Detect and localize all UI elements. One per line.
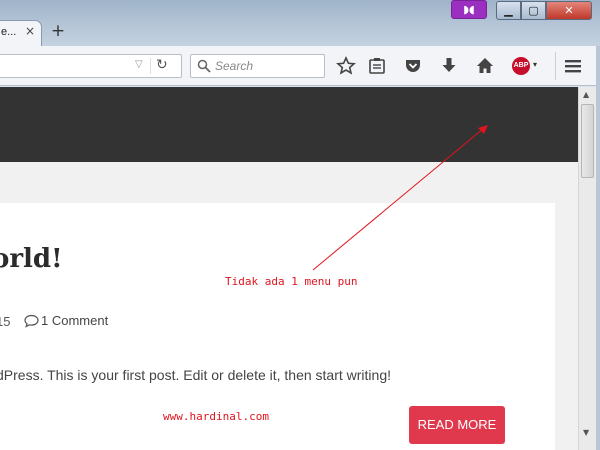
bookmark-star-icon[interactable]	[336, 56, 356, 76]
search-input[interactable]: Search	[190, 54, 325, 78]
window-titlebar: e... × + ◗◖ ▁ ▢ ✕	[0, 0, 600, 46]
toolbar-separator	[555, 52, 556, 80]
abp-icon[interactable]: ABP	[512, 57, 530, 75]
maximize-button[interactable]: ▢	[521, 1, 546, 20]
window-frame-right	[596, 46, 600, 450]
page-viewport: orld! 15 1 Comment dPress. This is your …	[0, 87, 578, 450]
tab-title: e...	[1, 26, 17, 38]
pocket-icon[interactable]	[403, 56, 423, 76]
post-title[interactable]: orld!	[0, 244, 63, 274]
private-browsing-mask-icon: ◗◖	[451, 0, 487, 19]
menu-icon[interactable]	[563, 56, 583, 76]
navigation-toolbar: ▽ ↻ Search ABP ▾	[0, 46, 600, 86]
annotation-note: Tidak ada 1 menu pun	[225, 275, 358, 288]
reading-list-icon[interactable]	[367, 56, 387, 76]
search-icon	[197, 59, 211, 73]
reload-icon[interactable]: ↻	[156, 57, 168, 73]
new-tab-button[interactable]: +	[50, 23, 66, 40]
post-excerpt: dPress. This is your first post. Edit or…	[0, 367, 392, 383]
downloads-icon[interactable]	[439, 56, 459, 76]
site-header	[0, 87, 578, 162]
close-window-button[interactable]: ✕	[546, 1, 592, 20]
comments-link[interactable]: 1 Comment	[41, 313, 108, 328]
url-history-dropdown-icon[interactable]: ▽	[135, 59, 143, 70]
url-bar[interactable]: ▽ ↻	[0, 54, 182, 78]
search-placeholder: Search	[215, 59, 254, 73]
abp-dropdown-icon[interactable]: ▾	[533, 60, 537, 69]
comment-icon	[24, 314, 39, 328]
scroll-down-icon[interactable]: ▼	[583, 428, 589, 437]
scrollbar-thumb[interactable]	[581, 104, 594, 178]
home-icon[interactable]	[475, 56, 495, 76]
tab-close-icon[interactable]: ×	[25, 24, 35, 38]
post-card: orld! 15 1 Comment dPress. This is your …	[0, 203, 555, 450]
url-separator	[150, 58, 151, 74]
browser-tab[interactable]: e... ×	[0, 20, 42, 46]
scroll-up-icon[interactable]: ▲	[583, 90, 589, 99]
post-date[interactable]: 15	[0, 314, 10, 329]
read-more-button[interactable]: READ MORE	[409, 406, 505, 444]
watermark-text: www.hardinal.com	[163, 410, 269, 423]
minimize-button[interactable]: ▁	[496, 1, 521, 20]
page-scrollbar[interactable]: ▲ ▼	[578, 87, 596, 450]
